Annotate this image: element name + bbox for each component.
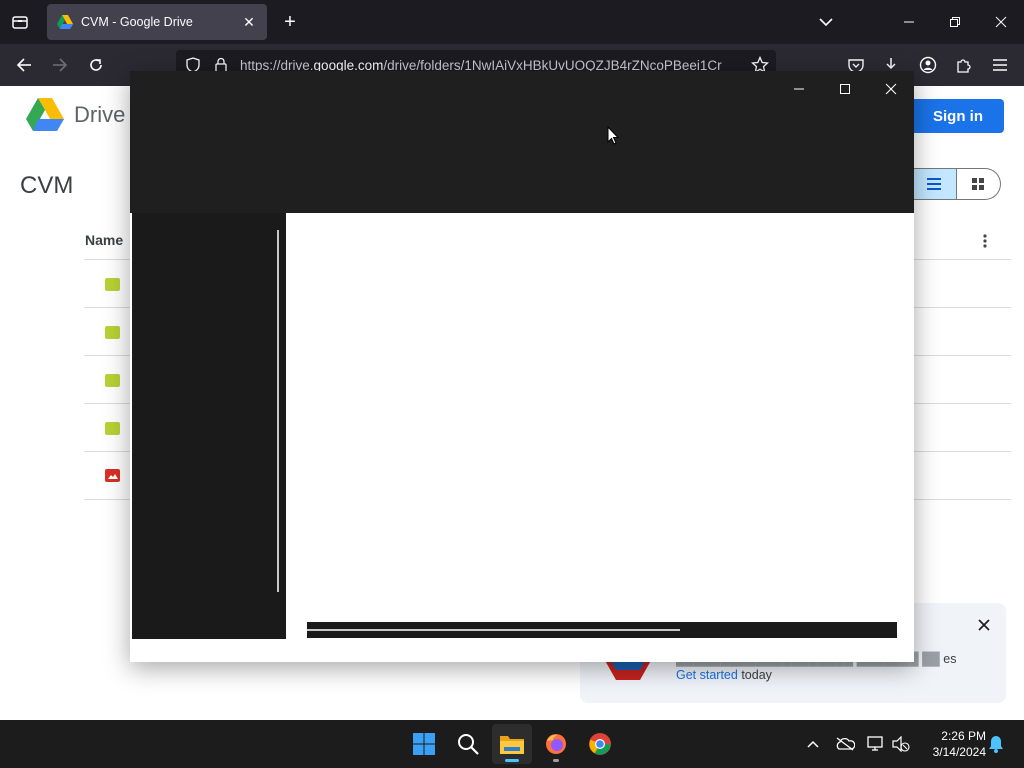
- onedrive-offline-icon[interactable]: [835, 734, 855, 754]
- chevron-down-icon[interactable]: [816, 12, 836, 32]
- google-drive-favicon-icon: [57, 15, 73, 29]
- image-file-icon[interactable]: [105, 469, 120, 482]
- window-minimize-icon[interactable]: [776, 75, 822, 103]
- spreadsheet-file-icon[interactable]: [105, 374, 120, 387]
- spreadsheet-file-icon[interactable]: [105, 422, 120, 435]
- account-icon[interactable]: [916, 53, 940, 77]
- app-window: [130, 71, 914, 662]
- search-icon[interactable]: [448, 724, 488, 764]
- page-title: CVM: [20, 172, 74, 199]
- list-view-icon[interactable]: [912, 169, 957, 199]
- firefox-icon[interactable]: [536, 724, 576, 764]
- sign-in-button[interactable]: Sign in: [912, 99, 1004, 133]
- get-started-link[interactable]: Get started: [676, 668, 738, 682]
- spreadsheet-file-icon[interactable]: [105, 278, 120, 291]
- navigation-pane[interactable]: [132, 213, 286, 639]
- vertical-scrollbar[interactable]: [277, 230, 279, 592]
- close-icon[interactable]: [974, 615, 994, 635]
- horizontal-scrollbar[interactable]: [307, 622, 897, 638]
- view-toggle: [912, 168, 1001, 200]
- drive-product-name: Drive: [74, 102, 126, 127]
- forward-arrow-icon[interactable]: [48, 53, 72, 77]
- clock-date: 3/14/2024: [932, 745, 986, 759]
- chevron-up-icon[interactable]: [803, 734, 823, 754]
- grid-view-icon[interactable]: [957, 169, 1001, 199]
- extensions-icon[interactable]: [952, 53, 976, 77]
- menu-hamburger-icon[interactable]: [988, 53, 1012, 77]
- start-menu-icon[interactable]: [404, 724, 444, 764]
- google-drive-logo-icon: [26, 98, 64, 131]
- network-icon[interactable]: [866, 734, 886, 754]
- window-close-icon[interactable]: [868, 75, 914, 103]
- close-tab-icon[interactable]: ✕: [241, 14, 257, 30]
- new-tab-button[interactable]: +: [280, 12, 300, 32]
- window-maximize-icon[interactable]: [822, 75, 868, 103]
- content-area[interactable]: [286, 213, 914, 662]
- close-window-icon[interactable]: [989, 10, 1013, 34]
- restore-icon[interactable]: [943, 10, 967, 34]
- file-explorer-icon[interactable]: [492, 724, 532, 764]
- reload-icon[interactable]: [84, 53, 108, 77]
- notification-bell-icon[interactable]: [986, 734, 1006, 754]
- scrollbar-thumb[interactable]: [307, 629, 680, 631]
- clock-time: 2:26 PM: [941, 729, 986, 743]
- active-indicator: [505, 759, 519, 762]
- firefox-view-icon[interactable]: [8, 10, 32, 34]
- system-clock[interactable]: 2:26 PM 3/14/2024: [920, 728, 986, 760]
- mouse-pointer-icon: [607, 126, 619, 145]
- spreadsheet-file-icon[interactable]: [105, 326, 120, 339]
- running-indicator: [553, 759, 559, 762]
- drive-logo[interactable]: Drive: [26, 98, 125, 132]
- tab-title: CVM - Google Drive: [81, 15, 193, 29]
- chrome-icon[interactable]: [580, 724, 620, 764]
- taskbar: 2:26 PM 3/14/2024: [0, 720, 1024, 768]
- browser-tab-active[interactable]: CVM - Google Drive ✕: [47, 4, 267, 40]
- browser-tab-bar: CVM - Google Drive ✕ +: [0, 0, 1024, 44]
- column-header-name[interactable]: Name: [85, 232, 123, 248]
- window-title-bar[interactable]: [130, 71, 914, 213]
- more-vert-icon[interactable]: [975, 231, 995, 251]
- volume-muted-icon[interactable]: [891, 734, 911, 754]
- minimize-icon[interactable]: [897, 10, 921, 34]
- back-arrow-icon[interactable]: [12, 53, 36, 77]
